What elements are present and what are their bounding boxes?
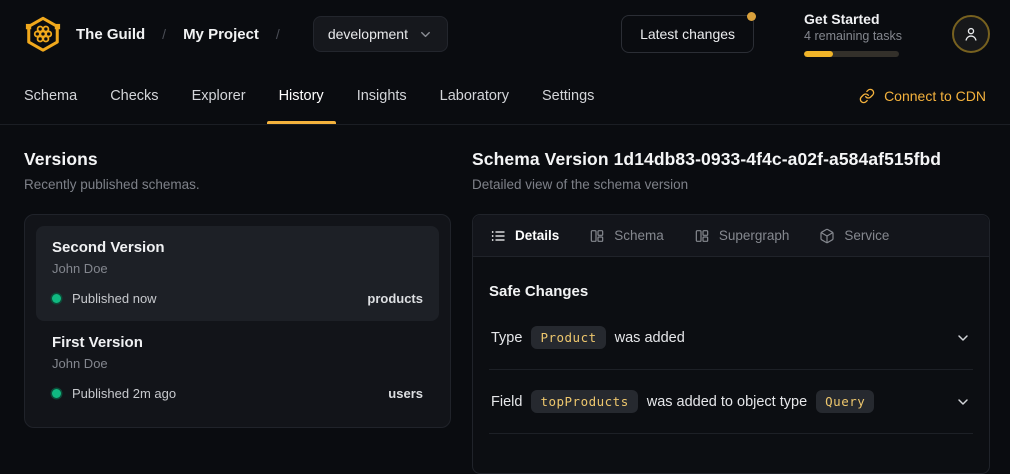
layout-panels-icon xyxy=(694,228,710,244)
get-started-progress-track xyxy=(804,51,899,57)
version-detail-panel: Schema Version 1d14db83-0933-4f4c-a02f-a… xyxy=(472,149,990,474)
tab-checks[interactable]: Checks xyxy=(110,68,158,124)
notification-dot xyxy=(747,12,756,21)
target-select-value: development xyxy=(328,26,408,42)
version-detail-box: Details Schema xyxy=(472,214,990,474)
hive-logo-icon[interactable] xyxy=(24,15,62,53)
tab-label: History xyxy=(279,88,324,104)
tab-settings[interactable]: Settings xyxy=(542,68,594,124)
safe-changes-heading: Safe Changes xyxy=(489,283,973,300)
change-code-badge: Query xyxy=(816,390,874,413)
published-status-dot xyxy=(52,389,61,398)
app-header: The Guild / My Project / development Lat… xyxy=(0,0,1010,68)
tab-label: Explorer xyxy=(192,88,246,104)
version-name: Second Version xyxy=(52,239,423,256)
tab-laboratory[interactable]: Laboratory xyxy=(440,68,509,124)
change-text: was added to object type xyxy=(647,394,807,410)
change-row[interactable]: Type Product was added xyxy=(489,306,973,370)
get-started-progress-fill xyxy=(804,51,833,57)
version-detail-subtitle: Detailed view of the schema version xyxy=(472,177,990,192)
latest-changes-button[interactable]: Latest changes xyxy=(621,15,754,53)
version-service-badge: users xyxy=(388,386,423,401)
change-text: was added xyxy=(615,330,685,346)
cube-icon xyxy=(819,228,835,244)
version-status: Published 2m ago xyxy=(72,386,176,401)
breadcrumb-project[interactable]: My Project xyxy=(183,26,259,43)
versions-subtitle: Recently published schemas. xyxy=(24,177,451,192)
tab-explorer[interactable]: Explorer xyxy=(192,68,246,124)
version-name: First Version xyxy=(52,334,423,351)
chevron-down-icon[interactable] xyxy=(955,330,971,346)
main-content: Versions Recently published schemas. Sec… xyxy=(0,125,1010,474)
change-code-badge: Product xyxy=(531,326,605,349)
change-row[interactable]: Field topProducts was added to object ty… xyxy=(489,370,973,434)
detail-tab-schema[interactable]: Schema xyxy=(589,228,664,244)
change-code-badge: topProducts xyxy=(531,390,637,413)
versions-title: Versions xyxy=(24,149,451,170)
versions-panel: Versions Recently published schemas. Sec… xyxy=(24,149,451,474)
connect-to-cdn-link[interactable]: Connect to CDN xyxy=(859,68,986,124)
version-list-item[interactable]: First Version John Doe Published 2m ago … xyxy=(36,321,439,416)
user-avatar-button[interactable] xyxy=(952,15,990,53)
app-root: The Guild / My Project / development Lat… xyxy=(0,0,1010,474)
version-service-badge: products xyxy=(367,291,423,306)
tab-label: Laboratory xyxy=(440,88,509,104)
layout-panels-icon xyxy=(589,228,605,244)
version-status: Published now xyxy=(72,291,157,306)
chevron-down-icon[interactable] xyxy=(955,394,971,410)
tab-label: Settings xyxy=(542,88,594,104)
breadcrumb-org[interactable]: The Guild xyxy=(76,26,145,43)
link-icon xyxy=(859,88,875,104)
tab-label: Schema xyxy=(24,88,77,104)
published-status-dot xyxy=(52,294,61,303)
change-text: Type xyxy=(491,330,522,346)
primary-nav: Schema Checks Explorer History Insights … xyxy=(0,68,1010,125)
breadcrumb: The Guild / My Project / development xyxy=(24,15,448,53)
version-detail-title: Schema Version 1d14db83-0933-4f4c-a02f-a… xyxy=(472,149,990,170)
target-select[interactable]: development xyxy=(313,16,448,52)
detail-tab-label: Schema xyxy=(614,228,664,243)
detail-tab-label: Details xyxy=(515,228,559,243)
tab-label: Insights xyxy=(357,88,407,104)
tab-schema[interactable]: Schema xyxy=(24,68,77,124)
detail-body: Safe Changes Type Product was added Fiel… xyxy=(473,257,989,434)
change-text: Field xyxy=(491,394,522,410)
latest-changes-label: Latest changes xyxy=(640,26,735,42)
version-status-row: Published 2m ago users xyxy=(52,386,423,401)
versions-list: Second Version John Doe Published now pr… xyxy=(24,214,451,428)
version-author: John Doe xyxy=(52,356,423,371)
version-author: John Doe xyxy=(52,261,423,276)
detail-tabs: Details Schema xyxy=(473,215,989,257)
tab-label: Checks xyxy=(110,88,158,104)
get-started-subtitle: 4 remaining tasks xyxy=(804,29,902,43)
detail-tab-service[interactable]: Service xyxy=(819,228,889,244)
tab-insights[interactable]: Insights xyxy=(357,68,407,124)
get-started-title: Get Started xyxy=(804,11,902,27)
header-actions: Latest changes Get Started 4 remaining t… xyxy=(621,11,990,57)
breadcrumb-separator: / xyxy=(273,26,283,42)
version-status-row: Published now products xyxy=(52,291,423,306)
detail-tab-label: Service xyxy=(844,228,889,243)
version-list-item[interactable]: Second Version John Doe Published now pr… xyxy=(36,226,439,321)
detail-tab-label: Supergraph xyxy=(719,228,790,243)
tab-history[interactable]: History xyxy=(279,68,324,124)
user-icon xyxy=(962,25,980,43)
chevron-down-icon xyxy=(418,27,433,42)
detail-tab-supergraph[interactable]: Supergraph xyxy=(694,228,790,244)
connect-to-cdn-label: Connect to CDN xyxy=(884,88,986,104)
detail-tab-details[interactable]: Details xyxy=(490,228,559,244)
list-icon xyxy=(490,228,506,244)
active-tab-indicator xyxy=(267,121,336,124)
get-started-widget[interactable]: Get Started 4 remaining tasks xyxy=(804,11,902,57)
nav-tabs: Schema Checks Explorer History Insights … xyxy=(24,68,594,124)
breadcrumb-separator: / xyxy=(159,26,169,42)
